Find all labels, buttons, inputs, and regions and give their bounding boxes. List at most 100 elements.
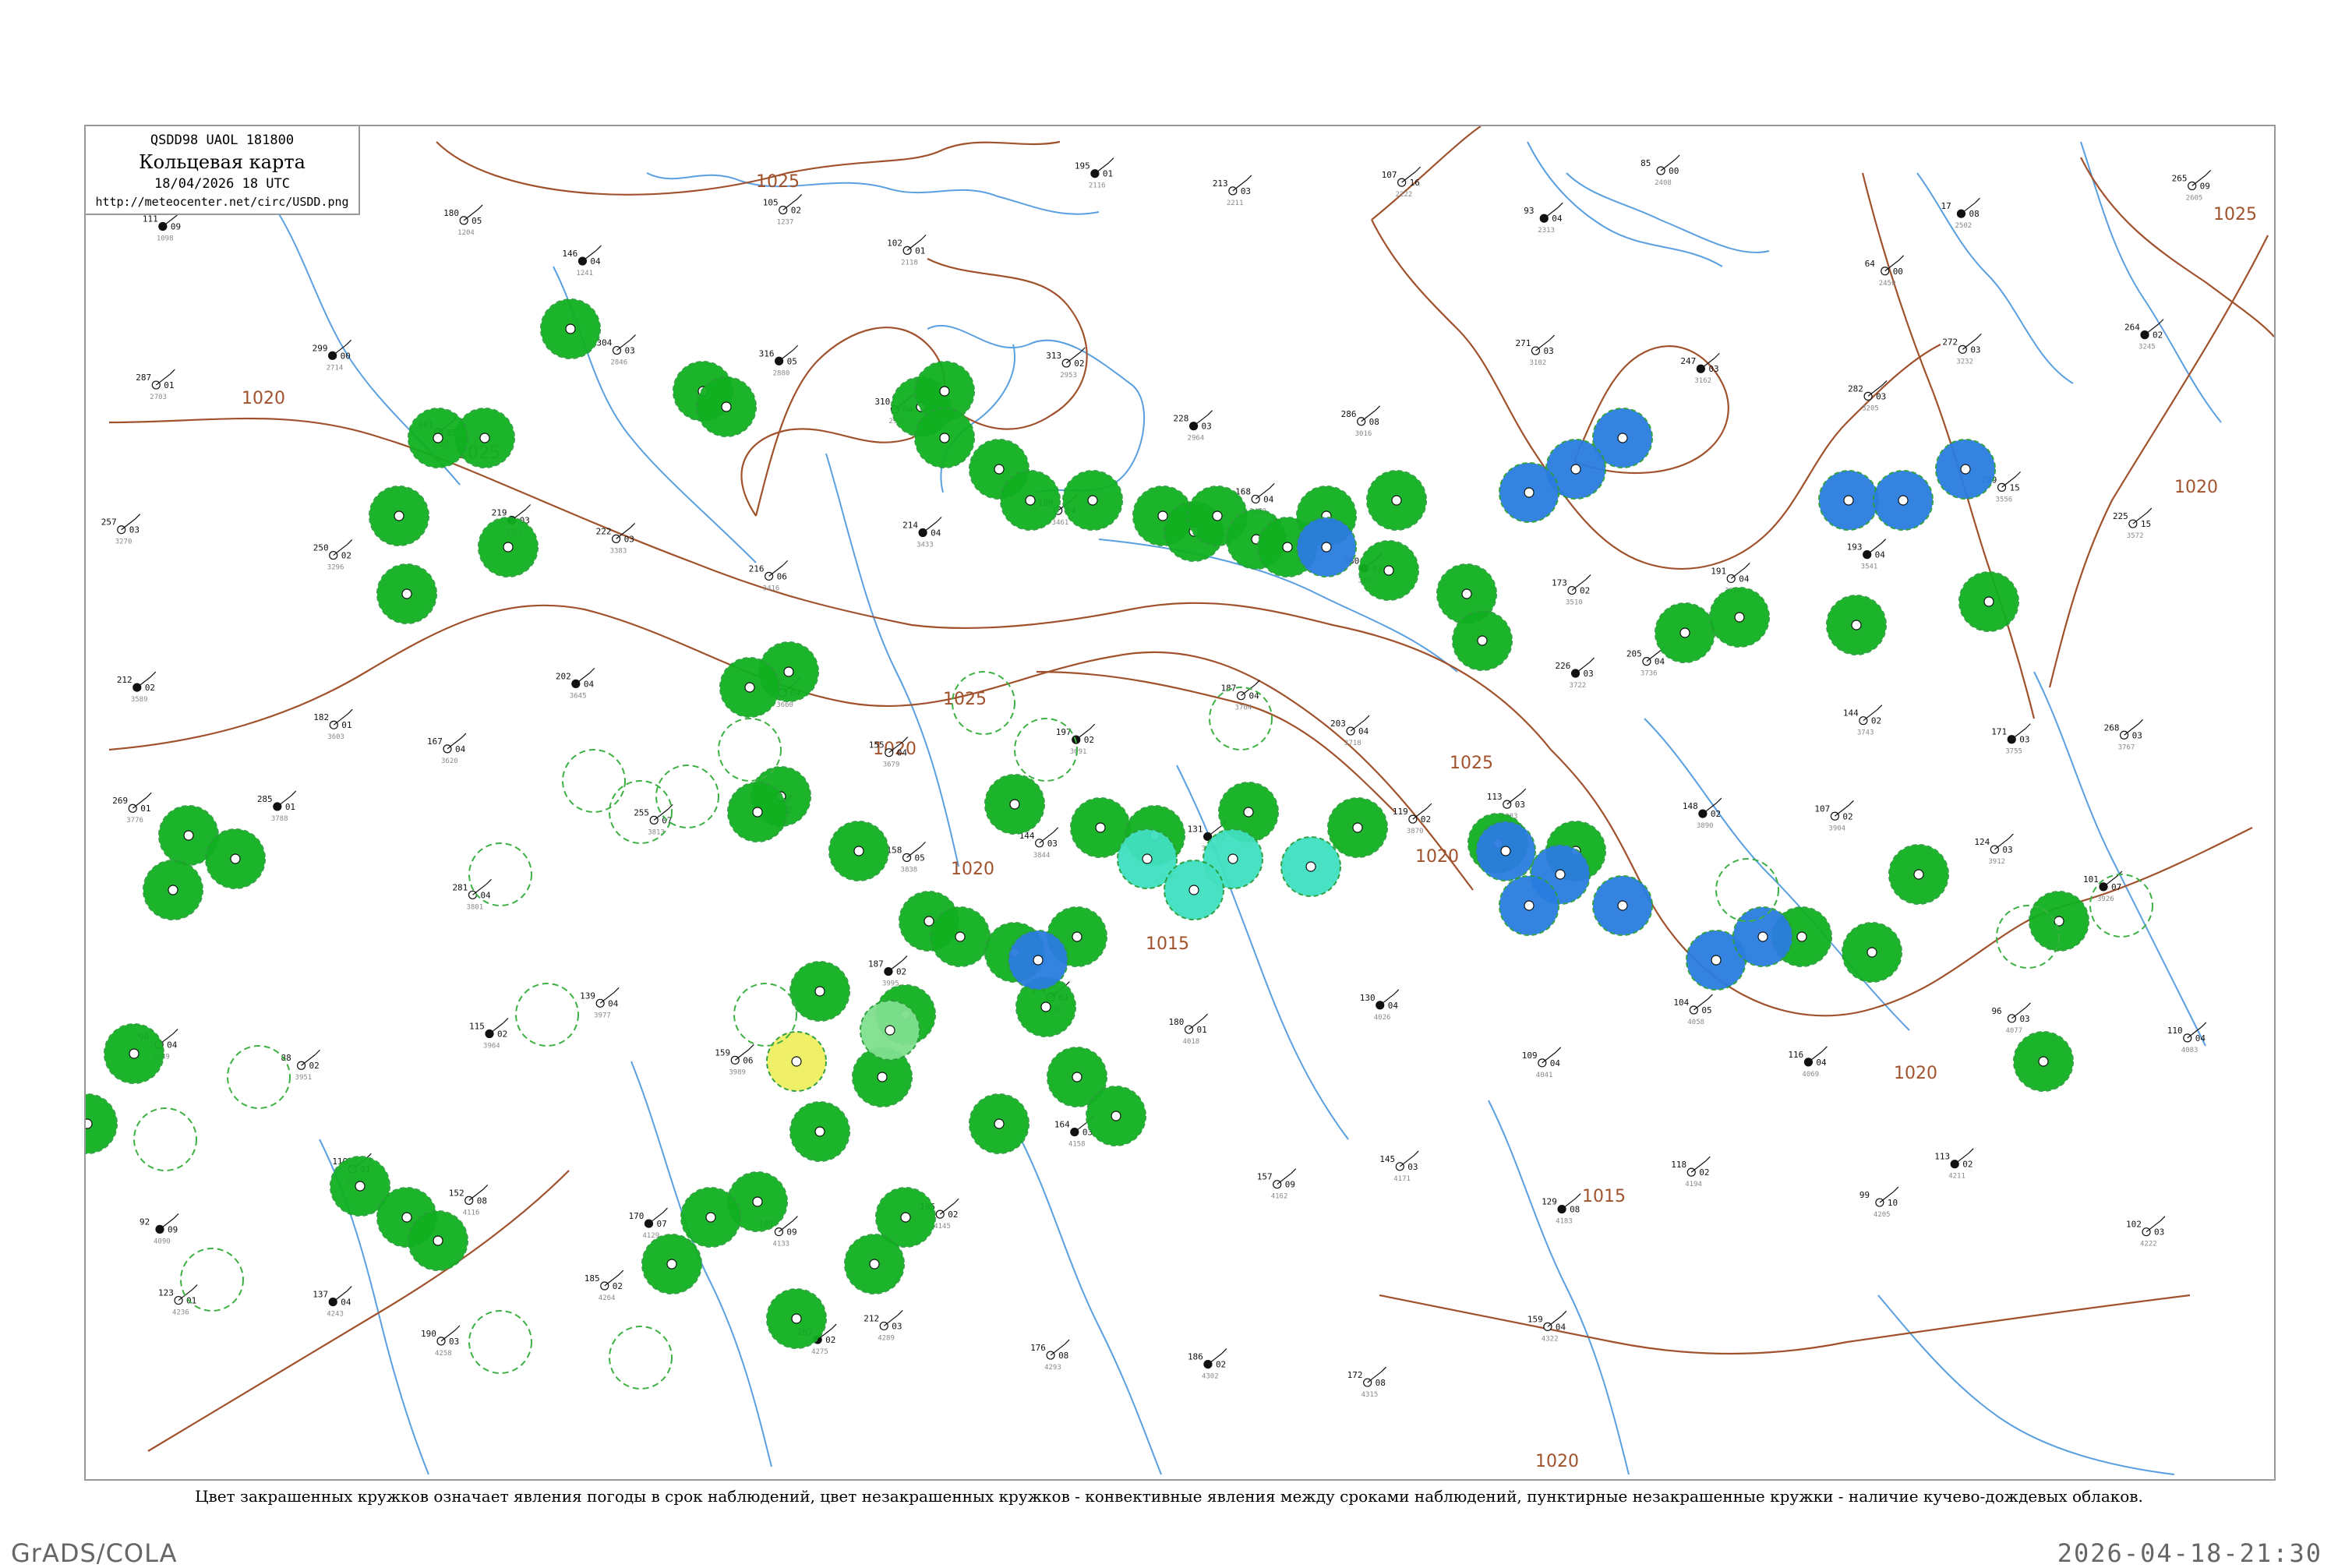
weather-circle[interactable] xyxy=(143,860,203,920)
station-plot[interactable]: 247 03 3162 xyxy=(1680,352,1720,385)
weather-circle[interactable] xyxy=(789,961,850,1022)
station-plot[interactable]: 269 01 3776 xyxy=(112,792,152,825)
cb-cloud-circle[interactable] xyxy=(562,749,626,813)
station-plot[interactable]: 107 02 3904 xyxy=(1814,800,1854,832)
weather-circle[interactable] xyxy=(680,1187,741,1248)
station-plot[interactable]: 17 08 2502 xyxy=(1941,197,1980,230)
station-plot[interactable]: 152 08 4116 xyxy=(449,1184,489,1217)
weather-circle[interactable] xyxy=(86,1093,118,1154)
weather-circle[interactable] xyxy=(860,1000,920,1061)
station-plot[interactable]: 287 01 2703 xyxy=(136,369,175,401)
station-plot[interactable]: 96 03 4077 xyxy=(1991,1002,2031,1035)
weather-circle[interactable] xyxy=(1935,439,1996,500)
weather-circle[interactable] xyxy=(376,563,437,624)
weather-circle[interactable] xyxy=(1008,930,1068,991)
cb-cloud-circle[interactable] xyxy=(180,1248,244,1312)
station-plot[interactable]: 129 08 4183 xyxy=(1542,1193,1581,1226)
station-plot[interactable]: 272 03 3232 xyxy=(1942,333,1982,366)
station-plot[interactable]: 205 04 3736 xyxy=(1626,645,1666,678)
station-plot[interactable]: 157 09 4162 xyxy=(1257,1168,1297,1201)
weather-circle[interactable] xyxy=(1873,470,1934,531)
station-plot[interactable]: 172 08 4315 xyxy=(1347,1366,1387,1399)
weather-circle[interactable] xyxy=(1366,470,1427,531)
weather-circle[interactable] xyxy=(914,408,975,468)
station-plot[interactable]: 137 04 4243 xyxy=(313,1286,352,1319)
station-plot[interactable]: 167 04 3620 xyxy=(427,733,467,765)
station-plot[interactable]: 187023995 xyxy=(868,955,908,988)
weather-circle[interactable] xyxy=(408,1210,468,1271)
station-plot[interactable]: 173 02 3510 xyxy=(1552,574,1591,607)
station-plot[interactable]: 159 06 3989 xyxy=(715,1044,754,1076)
weather-circle[interactable] xyxy=(1164,860,1224,920)
station-plot[interactable]: 222 03 3383 xyxy=(596,522,636,555)
station-plot[interactable]: 304032846 xyxy=(596,334,636,367)
station-plot[interactable]: 176 08 4293 xyxy=(1030,1339,1070,1372)
station-plot[interactable]: 130 04 4026 xyxy=(1360,989,1400,1022)
station-plot[interactable]: 93 04 2313 xyxy=(1524,202,1563,235)
map-url[interactable]: http://meteocenter.net/circ/USDD.png xyxy=(86,195,358,209)
station-plot[interactable]: 159 04 4322 xyxy=(1527,1310,1567,1343)
cb-cloud-circle[interactable] xyxy=(733,983,797,1047)
station-plot[interactable]: 109 04 4041 xyxy=(1522,1047,1562,1079)
weather-circle[interactable] xyxy=(984,774,1045,835)
weather-circle[interactable] xyxy=(727,782,788,842)
weather-circle[interactable] xyxy=(1499,875,1559,936)
station-plot[interactable]: 213 03 2211 xyxy=(1213,175,1252,207)
station-plot[interactable]: 85 00 2408 xyxy=(1640,154,1680,187)
weather-circle[interactable] xyxy=(1732,906,1793,967)
station-plot[interactable]: 190 03 4258 xyxy=(421,1325,461,1358)
station-plot[interactable]: 144 02 3743 xyxy=(1843,705,1883,737)
station-plot[interactable]: 282 03 3205 xyxy=(1848,380,1888,412)
weather-circle[interactable] xyxy=(969,1093,1029,1154)
station-plot[interactable]: 102 03 4222 xyxy=(2126,1216,2166,1248)
station-plot[interactable]: 180 01 4018 xyxy=(1169,1013,1208,1046)
weather-circle[interactable] xyxy=(205,828,266,889)
station-plot[interactable]: 182 01 3603 xyxy=(313,708,353,741)
weather-circle[interactable] xyxy=(478,517,539,577)
weather-circle[interactable] xyxy=(828,821,889,881)
weather-circle[interactable] xyxy=(1818,470,1879,531)
station-plot[interactable]: 212 02 3589 xyxy=(117,671,157,704)
station-plot[interactable]: 144033844 xyxy=(1019,827,1059,860)
station-plot[interactable]: 158053838 xyxy=(887,841,926,874)
weather-circle[interactable] xyxy=(1452,610,1513,671)
weather-circle[interactable] xyxy=(930,906,991,967)
station-plot[interactable]: 92 09 4090 xyxy=(140,1213,179,1245)
station-plot[interactable]: 118 02 4194 xyxy=(1671,1156,1711,1188)
station-plot[interactable]: 268 03 3767 xyxy=(2104,719,2144,751)
station-plot[interactable]: 313 02 2953 xyxy=(1046,347,1086,380)
station-plot[interactable]: 170074129 xyxy=(628,1207,668,1240)
station-plot[interactable]: 104 05 4058 xyxy=(1673,994,1713,1026)
station-plot[interactable]: 255073813 xyxy=(634,803,673,836)
station-plot[interactable]: 171 03 3755 xyxy=(1991,723,2031,756)
station-plot[interactable]: 180 05 1204 xyxy=(443,204,483,237)
cb-cloud-circle[interactable] xyxy=(468,1310,532,1374)
weather-circle[interactable] xyxy=(1062,470,1123,531)
station-plot[interactable]: 195 01 2116 xyxy=(1075,157,1114,190)
station-plot[interactable]: 250 02 3296 xyxy=(313,539,353,572)
weather-circle[interactable] xyxy=(1709,587,1770,648)
weather-circle[interactable] xyxy=(2013,1031,2074,1092)
station-plot[interactable]: 113 02 4211 xyxy=(1934,1148,1974,1181)
station-plot[interactable]: 99 10 4205 xyxy=(1859,1186,1899,1219)
weather-circle[interactable] xyxy=(1842,922,1902,983)
station-plot[interactable]: 214 04 3433 xyxy=(902,517,942,549)
station-plot[interactable]: 271 03 3102 xyxy=(1515,334,1555,367)
cb-cloud-circle[interactable] xyxy=(655,765,719,828)
weather-circle[interactable] xyxy=(1499,462,1559,523)
station-plot[interactable]: 299 00 2714 xyxy=(313,339,352,372)
weather-circle[interactable] xyxy=(1592,875,1653,936)
weather-circle[interactable] xyxy=(369,486,429,546)
station-plot[interactable]: 148 02 3890 xyxy=(1683,797,1722,830)
weather-circle[interactable] xyxy=(1475,821,1536,881)
weather-circle[interactable] xyxy=(789,1101,850,1162)
station-plot[interactable]: 102 01 2118 xyxy=(887,234,927,267)
station-plot[interactable]: 265 09 2605 xyxy=(2172,170,2212,202)
station-plot[interactable]: 264 02 3245 xyxy=(2124,319,2164,351)
weather-circle[interactable] xyxy=(408,408,468,468)
weather-circle[interactable] xyxy=(696,376,757,437)
station-plot[interactable]: 123 01 4236 xyxy=(158,1284,198,1317)
station-plot[interactable]: 64 00 2450 xyxy=(1865,255,1905,288)
station-plot[interactable]: 105 02 1237 xyxy=(763,194,803,227)
cb-cloud-circle[interactable] xyxy=(468,842,532,906)
